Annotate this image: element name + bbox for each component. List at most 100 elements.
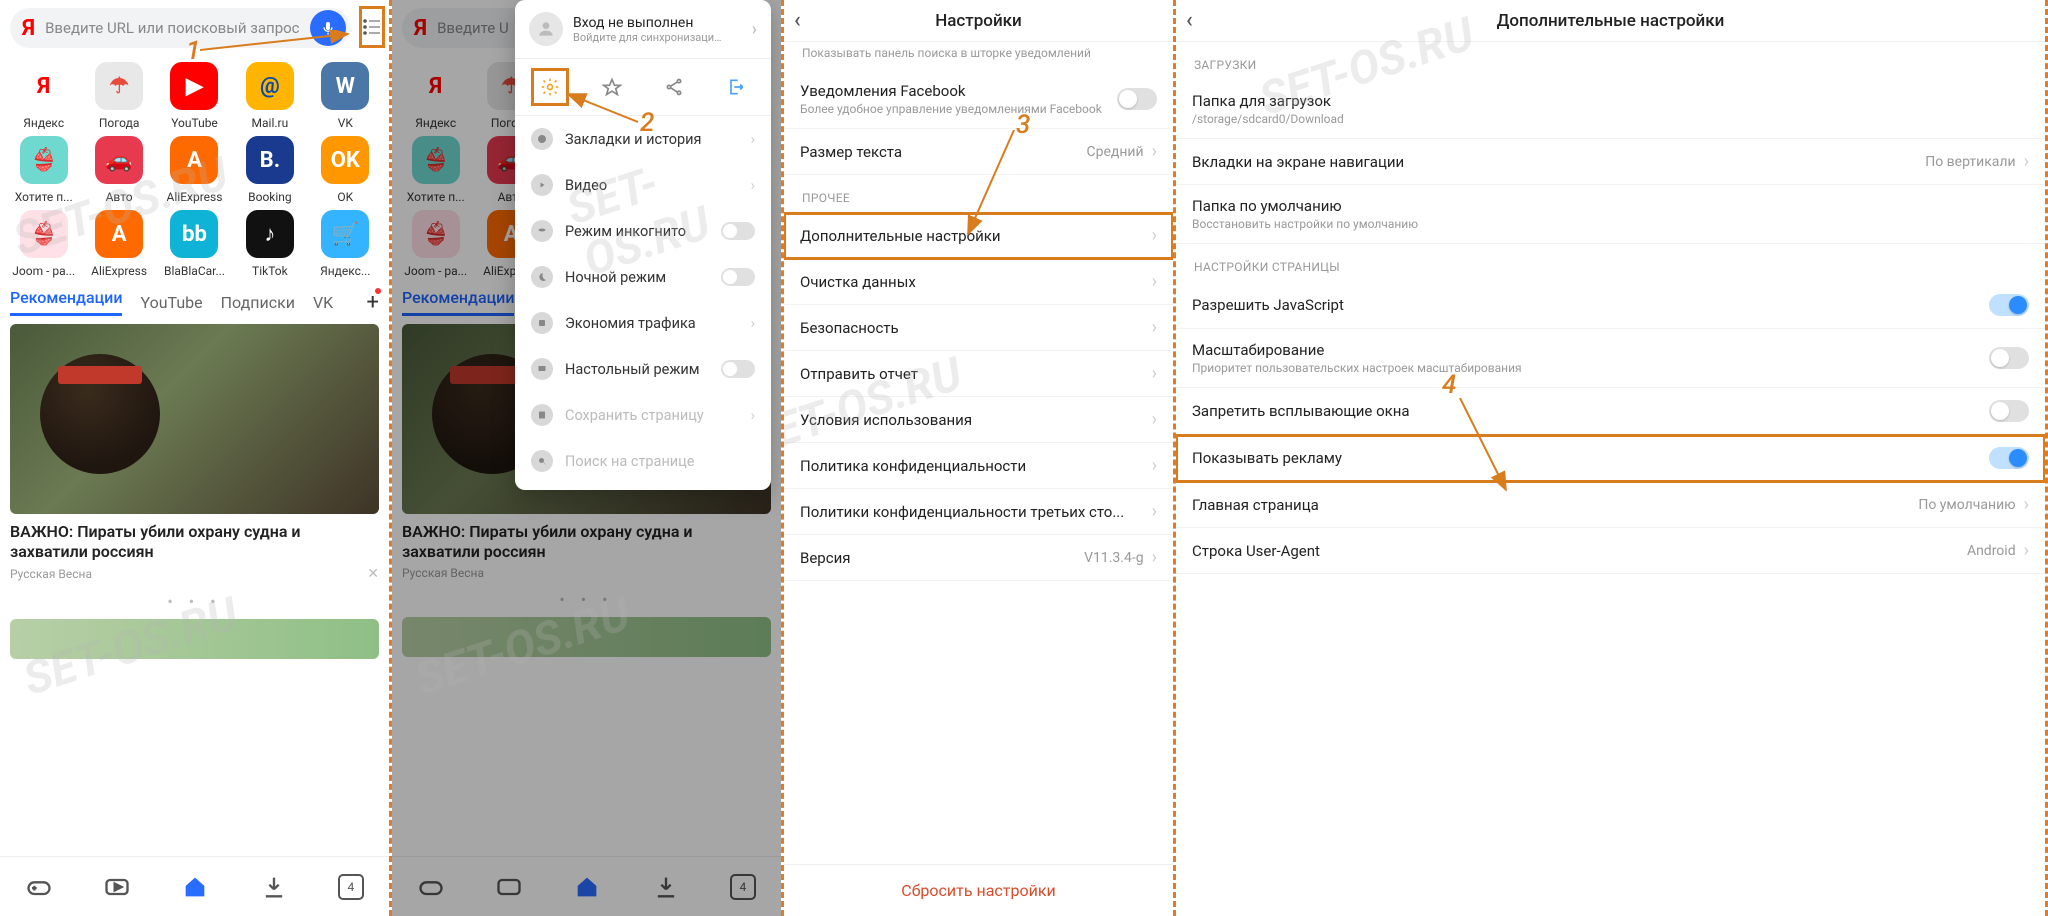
news-card[interactable]: ВАЖНО: Пираты убили охрану судна и захва… <box>10 324 379 582</box>
row-show-ads[interactable]: Показывать рекламу <box>1176 435 2045 482</box>
row-privacy[interactable]: Политика конфиденциальности› <box>784 443 1173 489</box>
incognito-toggle[interactable] <box>721 222 755 240</box>
app-shortcut[interactable]: ▶ YouTube <box>157 62 232 130</box>
section-downloads: ЗАГРУЗКИ <box>1176 42 2045 80</box>
app-shortcut[interactable]: B.Booking <box>232 136 307 204</box>
app-icon: W <box>321 62 369 110</box>
tab-subscriptions[interactable]: Подписки <box>221 293 295 312</box>
games-icon[interactable] <box>25 873 53 901</box>
moon-icon <box>531 266 553 288</box>
play-icon <box>531 174 553 196</box>
app-shortcut[interactable]: AAliExpress <box>81 210 156 278</box>
section-page: НАСТРОЙКИ СТРАНИЦЫ <box>1176 244 2045 282</box>
row-scale[interactable]: МасштабированиеПриоритет пользовательски… <box>1176 329 2045 388</box>
app-shortcut[interactable]: 🛒 Яндекс... <box>308 210 383 278</box>
menu-desktop[interactable]: Настольный режим <box>515 346 771 392</box>
app-label: YouTube <box>171 116 218 130</box>
app-shortcut[interactable]: AAliExpress <box>157 136 232 204</box>
app-shortcut[interactable]: ЯЯндекс <box>6 62 81 130</box>
row-security[interactable]: Безопасность› <box>784 305 1173 351</box>
exit-button[interactable] <box>718 69 754 105</box>
app-label: OK <box>337 190 353 204</box>
app-label: VK <box>338 116 353 130</box>
row-facebook[interactable]: Уведомления FacebookБолее удобное управл… <box>784 70 1173 129</box>
add-tab-button[interactable]: + <box>367 290 379 315</box>
js-toggle[interactable] <box>1989 294 2029 316</box>
facebook-toggle[interactable] <box>1117 88 1157 110</box>
row-popup[interactable]: Запретить всплывающие окна <box>1176 388 2045 435</box>
menu-economy[interactable]: Экономия трафика› <box>515 300 771 346</box>
arrow-3 <box>964 130 1024 240</box>
row-home[interactable]: Главная страницаПо умолчанию› <box>1176 482 2045 528</box>
menu-incognito[interactable]: Режим инкогнито <box>515 208 771 254</box>
back-button[interactable]: ‹ <box>1186 8 1193 33</box>
app-icon: ▶ <box>170 62 218 110</box>
news-image <box>10 324 379 514</box>
app-shortcut[interactable]: 🚗Авто <box>81 136 156 204</box>
panel-settings: ‹ Настройки Показывать панель поиска в ш… <box>784 0 1176 916</box>
row-report[interactable]: Отправить отчет› <box>784 351 1173 397</box>
app-label: Авто <box>106 190 133 204</box>
row-js[interactable]: Разрешить JavaScript <box>1176 282 2045 329</box>
app-label: TikTok <box>252 264 288 278</box>
avatar-icon <box>529 12 563 46</box>
app-shortcut[interactable]: 👙Joom - pa... <box>6 210 81 278</box>
row-terms[interactable]: Условия использования› <box>784 397 1173 443</box>
annotation-1: 1 <box>186 36 200 66</box>
home-icon[interactable] <box>181 873 209 901</box>
app-shortcut[interactable]: @ Mail.ru <box>232 62 307 130</box>
app-icon: ♪ <box>246 210 294 258</box>
close-icon[interactable]: ✕ <box>367 566 379 582</box>
video-icon[interactable] <box>103 873 131 901</box>
settings-button[interactable] <box>532 69 568 105</box>
row-clear[interactable]: Очистка данных› <box>784 259 1173 305</box>
scale-toggle[interactable] <box>1989 347 2029 369</box>
menu-login-row[interactable]: Вход не выполнен Войдите для синхронизац… <box>515 0 771 59</box>
reset-button[interactable]: Сбросить настройки <box>784 864 1173 916</box>
app-icon: A <box>95 210 143 258</box>
app-label: Яндекс <box>23 116 64 130</box>
row-dl-folder[interactable]: Папка для загрузок/storage/sdcard0/Downl… <box>1176 80 2045 139</box>
menu-night[interactable]: Ночной режим <box>515 254 771 300</box>
desktop-icon <box>531 358 553 380</box>
menu-icon <box>360 15 384 39</box>
tab-vk[interactable]: VK <box>313 293 333 312</box>
app-shortcut[interactable]: 👙Хотите п... <box>6 136 81 204</box>
tab-recommendations[interactable]: Рекомендации <box>10 288 122 316</box>
row-ua[interactable]: Строка User-AgentAndroid› <box>1176 528 2045 574</box>
app-label: Яндекс... <box>320 264 370 278</box>
advanced-title: Дополнительные настройки <box>1497 11 1725 31</box>
bottom-nav: 4 <box>0 856 389 916</box>
app-label: Mail.ru <box>252 116 289 130</box>
back-button[interactable]: ‹ <box>794 8 801 33</box>
tab-youtube[interactable]: YouTube <box>140 293 202 312</box>
app-shortcut[interactable]: bbBlaBlaCar... <box>157 210 232 278</box>
row-default-folder[interactable]: Папка по умолчаниюВосстановить настройки… <box>1176 185 2045 244</box>
app-icon: @ <box>246 62 294 110</box>
app-label: Joom - pa... <box>12 264 75 278</box>
app-shortcut[interactable]: W VK <box>308 62 383 130</box>
tabs-count-button[interactable]: 4 <box>338 874 364 900</box>
app-shortcut[interactable]: OKOK <box>308 136 383 204</box>
desktop-toggle[interactable] <box>721 360 755 378</box>
menu-button[interactable] <box>360 7 384 47</box>
annotation-4: 4 <box>1442 370 1456 400</box>
menu-video[interactable]: Видео› <box>515 162 771 208</box>
app-shortcut[interactable]: ☂Погода <box>81 62 156 130</box>
menu-find: Поиск на странице <box>515 438 771 484</box>
popup-toggle[interactable] <box>1989 400 2029 422</box>
night-toggle[interactable] <box>721 268 755 286</box>
row-nav-tabs[interactable]: Вкладки на экране навигацииПо вертикали› <box>1176 139 2045 185</box>
app-icon: 🛒 <box>321 210 369 258</box>
panel-advanced-settings: ‹ Дополнительные настройки ЗАГРУЗКИ Папк… <box>1176 0 2048 916</box>
login-title: Вход не выполнен <box>573 15 723 31</box>
app-shortcut[interactable]: ♪ TikTok <box>232 210 307 278</box>
login-subtitle: Войдите для синхронизации ... <box>573 31 723 44</box>
gear-icon <box>540 77 560 97</box>
download-icon[interactable] <box>260 873 288 901</box>
ads-toggle[interactable] <box>1989 447 2029 469</box>
incognito-icon <box>531 220 553 242</box>
share-button[interactable] <box>656 69 692 105</box>
row-third-party[interactable]: Политики конфиденциальности третьих сто.… <box>784 489 1173 535</box>
chevron-right-icon: › <box>752 19 757 40</box>
